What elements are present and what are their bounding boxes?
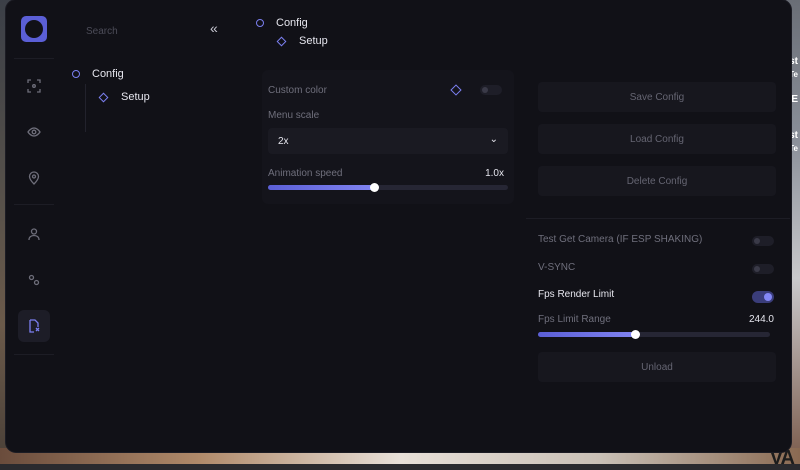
search-input[interactable]: Search — [86, 26, 118, 37]
vsync-label: V-SYNC — [538, 262, 576, 273]
config-file-icon[interactable] — [18, 310, 50, 342]
fps-limit-value: 244.0 — [748, 314, 774, 325]
animation-speed-label: Animation speed — [268, 168, 343, 179]
tree-item-setup[interactable]: Setup — [72, 84, 242, 110]
breadcrumb-setup[interactable]: Setup — [256, 32, 328, 50]
breadcrumb-label: Setup — [299, 35, 328, 47]
panel-divider — [526, 218, 790, 219]
tree-item-label: Config — [92, 68, 124, 80]
fps-limit-slider[interactable] — [538, 330, 770, 339]
bg-text: E — [791, 94, 798, 105]
diamond-icon — [98, 92, 109, 102]
animation-speed-value: 1.0x — [485, 168, 504, 179]
menu-settings-panel: Custom color Menu scale 2x ⌄ Animation s… — [262, 70, 514, 204]
test-camera-toggle[interactable] — [752, 236, 774, 246]
slider-handle[interactable] — [370, 183, 379, 192]
fps-render-limit-label: Fps Render Limit — [538, 289, 615, 300]
circle-icon — [256, 19, 264, 27]
config-actions-panel: Save Config Load Config Delete Config — [532, 80, 778, 200]
sidebar-tree: Config Setup — [72, 64, 242, 132]
tree-item-config[interactable]: Config — [72, 64, 242, 84]
vsync-row[interactable]: V-SYNC — [538, 262, 774, 278]
diamond-icon — [276, 36, 287, 46]
location-pin-icon[interactable] — [18, 162, 50, 194]
fps-render-limit-row[interactable]: Fps Render Limit — [538, 289, 774, 305]
menu-scale-select[interactable]: 2x ⌄ — [268, 128, 508, 154]
settings-icon[interactable] — [18, 264, 50, 296]
test-camera-row[interactable]: Test Get Camera (IF ESP SHAKING) — [538, 234, 774, 250]
custom-color-label: Custom color — [268, 85, 327, 96]
aim-icon[interactable] — [18, 70, 50, 102]
test-camera-label: Test Get Camera (IF ESP SHAKING) — [538, 234, 703, 245]
save-config-button[interactable]: Save Config — [538, 82, 776, 112]
eye-icon[interactable] — [18, 116, 50, 148]
menu-scale-value: 2x — [278, 136, 289, 147]
menu-window: Search « Config Setup Config Setup Custo… — [6, 0, 791, 452]
icon-rail — [6, 0, 66, 452]
delete-config-button[interactable]: Delete Config — [538, 166, 776, 196]
fps-limit-range-label: Fps Limit Range — [538, 314, 611, 325]
fps-limit-range-row: Fps Limit Range 244.0 — [538, 314, 774, 330]
rail-divider — [14, 354, 54, 355]
vsync-toggle[interactable] — [752, 264, 774, 274]
chevron-down-icon: ⌄ — [489, 134, 498, 145]
menu-scale-label: Menu scale — [268, 110, 320, 121]
app-logo — [21, 16, 47, 42]
rail-divider — [14, 204, 54, 205]
slider-handle[interactable] — [631, 330, 640, 339]
animation-speed-slider[interactable] — [268, 183, 508, 192]
tree-item-label: Setup — [121, 91, 150, 103]
breadcrumb: Config Setup — [256, 14, 328, 50]
circle-icon — [72, 70, 80, 78]
user-icon[interactable] — [18, 218, 50, 250]
slider-fill — [538, 332, 635, 337]
load-config-button[interactable]: Load Config — [538, 124, 776, 154]
unload-button[interactable]: Unload — [538, 352, 776, 382]
slider-fill — [268, 185, 374, 190]
breadcrumb-config[interactable]: Config — [256, 14, 328, 32]
performance-panel: Test Get Camera (IF ESP SHAKING) V-SYNC … — [532, 226, 778, 396]
color-picker-icon[interactable] — [450, 84, 462, 96]
fps-render-limit-toggle[interactable] — [752, 291, 774, 303]
custom-color-toggle[interactable] — [480, 85, 502, 95]
collapse-sidebar-icon[interactable]: « — [210, 20, 218, 36]
rail-divider — [14, 58, 54, 59]
breadcrumb-label: Config — [276, 17, 308, 29]
